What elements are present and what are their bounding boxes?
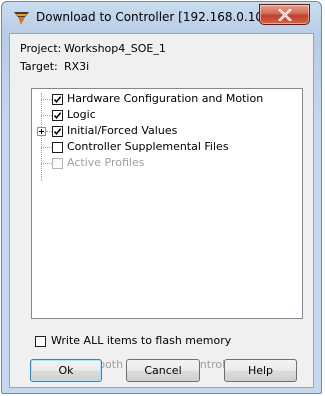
tree-connector xyxy=(41,163,52,164)
download-items-tree[interactable]: Hardware Configuration and Motion Logic … xyxy=(31,88,303,319)
close-button[interactable] xyxy=(259,4,310,25)
dialog-client-area: Project: Workshop4_SOE_1 Target: RX3i Ha… xyxy=(9,33,314,388)
tree-item-label[interactable]: Controller Supplemental Files xyxy=(67,140,229,153)
initial-forced-values-checkbox[interactable] xyxy=(52,126,63,137)
cancel-button[interactable]: Cancel xyxy=(126,359,200,382)
window-title: Download to Controller [192.168.0.100] xyxy=(36,10,276,24)
title-bar[interactable]: Download to Controller [192.168.0.100] xyxy=(2,2,321,34)
write-all-flash-label[interactable]: Write ALL items to flash memory xyxy=(51,334,231,347)
tree-item-label[interactable]: Initial/Forced Values xyxy=(67,124,177,137)
tree-item-label[interactable]: Logic xyxy=(67,108,96,121)
controller-supplemental-files-checkbox[interactable] xyxy=(52,142,63,153)
help-button[interactable]: Help xyxy=(224,359,297,382)
tree-connector xyxy=(41,93,42,181)
write-all-flash-checkbox[interactable] xyxy=(35,336,46,347)
app-logo-icon xyxy=(14,12,29,25)
hardware-configuration-checkbox[interactable] xyxy=(52,94,63,105)
project-value: Workshop4_SOE_1 xyxy=(64,42,166,55)
tree-connector xyxy=(41,147,52,148)
close-icon xyxy=(278,9,292,21)
project-label: Project: xyxy=(20,42,62,55)
target-label: Target: xyxy=(20,60,58,73)
expand-plus-icon[interactable] xyxy=(37,127,46,136)
tree-item-label[interactable]: Hardware Configuration and Motion xyxy=(67,92,263,105)
tree-item-label: Active Profiles xyxy=(67,156,145,169)
checkmark-icon xyxy=(53,96,62,104)
tree-connector xyxy=(41,115,52,116)
checkmark-icon xyxy=(53,128,62,136)
tree-connector xyxy=(41,99,52,100)
checkmark-icon xyxy=(53,112,62,120)
download-dialog: Download to Controller [192.168.0.100] P… xyxy=(1,1,322,394)
target-value: RX3i xyxy=(64,60,90,73)
logic-checkbox[interactable] xyxy=(52,110,63,121)
ok-button[interactable]: Ok xyxy=(30,359,102,382)
active-profiles-checkbox xyxy=(52,158,63,169)
